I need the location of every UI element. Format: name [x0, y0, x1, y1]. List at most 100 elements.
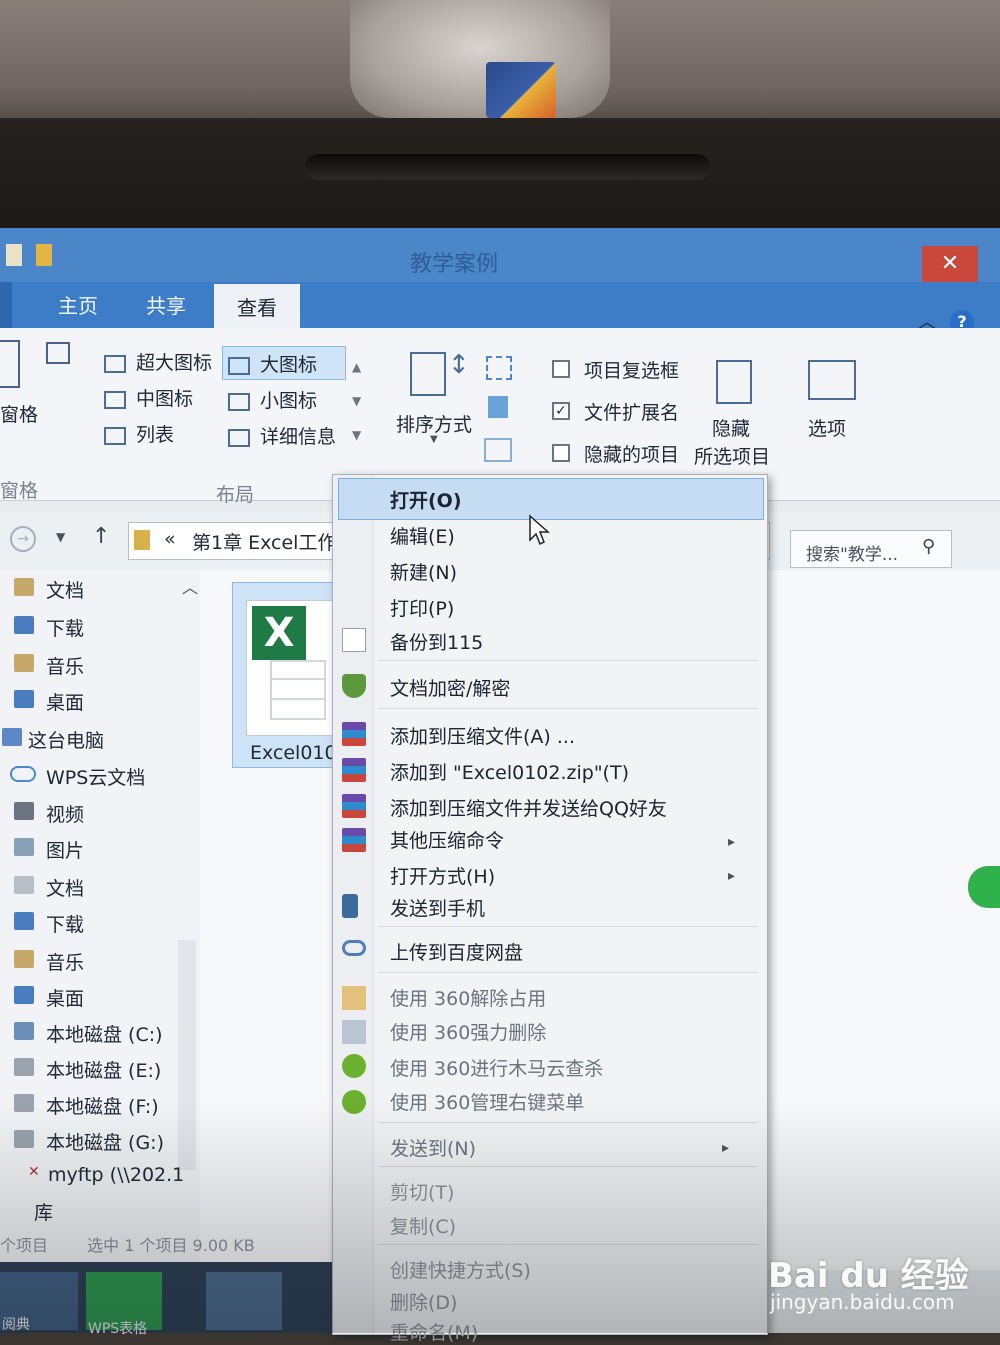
sort-by-icon[interactable]: [410, 352, 446, 396]
menu-item-copy[interactable]: 复制(C): [390, 1212, 456, 1239]
documents-icon: [14, 578, 34, 596]
nav-item-drive-e[interactable]: 本地磁盘 (E:): [46, 1056, 161, 1083]
close-button[interactable]: ✕: [922, 246, 978, 282]
file-tab[interactable]: [0, 282, 12, 328]
baidu-watermark-url: jingyan.baidu.com: [770, 1290, 955, 1314]
menu-item-open-with[interactable]: 打开方式(H): [390, 862, 495, 889]
menu-separator: [378, 660, 758, 661]
submenu-arrow-icon: ▸: [728, 834, 736, 850]
layout-medium-icons[interactable]: 中图标: [104, 384, 193, 411]
tab-view[interactable]: 查看: [214, 284, 300, 328]
menu-item-360-force-delete[interactable]: 使用 360强力删除: [390, 1018, 546, 1045]
menu-item-edit[interactable]: 编辑(E): [390, 522, 455, 549]
quick-access-folder-icon[interactable]: [36, 244, 52, 266]
tab-share[interactable]: 共享: [146, 290, 186, 319]
nav-item-music[interactable]: 音乐: [46, 652, 84, 679]
menu-item-send-phone[interactable]: 发送到手机: [390, 894, 485, 921]
menu-item-backup-115[interactable]: 备份到115: [390, 628, 483, 655]
add-columns-icon[interactable]: [488, 396, 508, 418]
options-icon[interactable]: [808, 360, 856, 400]
nav-item-libraries[interactable]: 库: [34, 1198, 53, 1225]
menu-item-more-compress[interactable]: 其他压缩命令: [390, 826, 504, 853]
menu-item-add-send-qq[interactable]: 添加到压缩文件并发送给QQ好友: [390, 794, 667, 821]
nav-item-documents[interactable]: 文档: [46, 576, 84, 603]
nav-item-music-2[interactable]: 音乐: [46, 948, 84, 975]
sort-by-label[interactable]: 排序方式: [396, 410, 472, 437]
menu-item-encrypt[interactable]: 文档加密/解密: [390, 674, 510, 701]
menu-item-360-unlock[interactable]: 使用 360解除占用: [390, 984, 546, 1011]
menu-item-rename[interactable]: 重命名(M): [390, 1318, 478, 1345]
nav-item-drive-f[interactable]: 本地磁盘 (F:): [46, 1092, 159, 1119]
preview-pane-icon[interactable]: [46, 342, 70, 364]
hide-selected-label-2[interactable]: 所选项目: [694, 442, 770, 469]
sort-dropdown-icon[interactable]: ▼: [430, 434, 438, 445]
menu-item-360-scan[interactable]: 使用 360进行木马云查杀: [390, 1054, 603, 1081]
small-icons-icon: [228, 392, 250, 411]
options-label[interactable]: 选项: [808, 414, 846, 441]
nav-item-desktop[interactable]: 桌面: [46, 688, 84, 715]
group-by-icon[interactable]: [486, 356, 512, 380]
menu-item-360-manage[interactable]: 使用 360管理右键菜单: [390, 1088, 584, 1115]
menu-item-cut[interactable]: 剪切(T): [390, 1178, 454, 1205]
menu-item-add-archive[interactable]: 添加到压缩文件(A) ...: [390, 722, 575, 749]
music-icon: [14, 654, 34, 672]
taskbar-explorer-button[interactable]: [206, 1272, 282, 1330]
up-icon[interactable]: ↑: [92, 524, 110, 549]
recent-dropdown-icon[interactable]: ▼: [56, 530, 65, 544]
this-pc-icon: [2, 728, 22, 746]
nav-item-this-pc[interactable]: 这台电脑: [28, 726, 104, 753]
menu-item-create-shortcut[interactable]: 创建快捷方式(S): [390, 1256, 531, 1283]
menu-item-print[interactable]: 打印(P): [390, 594, 454, 621]
nav-item-drive-c[interactable]: 本地磁盘 (C:): [46, 1020, 163, 1047]
menu-item-open[interactable]: 打开(O): [390, 486, 462, 513]
tab-home[interactable]: 主页: [58, 290, 98, 319]
menu-item-add-zip[interactable]: 添加到 "Excel0102.zip"(T): [390, 758, 629, 785]
details-icon: [228, 428, 250, 447]
nav-scroll-up-icon[interactable]: ︿: [182, 574, 198, 598]
layout-small-icons[interactable]: 小图标: [228, 386, 317, 413]
nav-item-myftp[interactable]: myftp (\\202.1: [48, 1164, 184, 1186]
item-checkboxes-checkbox[interactable]: [552, 360, 570, 378]
file-name[interactable]: Excel010: [250, 742, 337, 764]
nav-item-desktop-2[interactable]: 桌面: [46, 984, 84, 1011]
nav-item-wps-cloud[interactable]: WPS云文档: [46, 763, 145, 790]
layout-large-icons[interactable]: 大图标: [228, 350, 317, 377]
back-icon[interactable]: →: [10, 526, 36, 552]
nav-scrollbar[interactable]: [178, 940, 196, 1170]
navigation-pane-icon[interactable]: [0, 340, 20, 388]
layout-details[interactable]: 详细信息: [228, 422, 336, 449]
network-drive-icon: ✕: [28, 1164, 40, 1180]
nav-item-drive-g[interactable]: 本地磁盘 (G:): [46, 1128, 164, 1155]
item-checkboxes-label: 项目复选框: [584, 360, 680, 382]
shield-icon: [342, 674, 366, 698]
quick-access-page-icon[interactable]: [6, 244, 22, 266]
nav-item-videos[interactable]: 视频: [46, 800, 84, 827]
menu-separator: [378, 1244, 758, 1245]
side-widget[interactable]: [968, 866, 1000, 908]
layout-extra-large-icons[interactable]: 超大图标: [104, 348, 212, 375]
menu-item-baidu-upload[interactable]: 上传到百度网盘: [390, 938, 523, 965]
hidden-items-checkbox[interactable]: [552, 444, 570, 462]
hide-selected-icon[interactable]: [716, 360, 752, 404]
file-extensions-checkbox[interactable]: ✓: [552, 402, 570, 420]
scan-360-icon: [342, 1054, 366, 1078]
menu-separator: [378, 926, 758, 927]
nav-item-downloads[interactable]: 下载: [46, 614, 84, 641]
taskbar-reader-label: 阅典: [2, 1317, 30, 1333]
layout-scroll-arrows[interactable]: ▲ ▼ ▼: [352, 350, 361, 452]
title-bar: [0, 228, 1000, 282]
hide-selected-label-1[interactable]: 隐藏: [712, 414, 750, 441]
menu-item-send-to[interactable]: 发送到(N): [390, 1134, 476, 1161]
layout-list[interactable]: 列表: [104, 420, 174, 447]
nav-item-pictures[interactable]: 图片: [46, 836, 84, 863]
search-icon[interactable]: ⚲: [922, 536, 935, 557]
excel-grid-icon: [270, 660, 326, 720]
phone-icon: [342, 894, 358, 918]
nav-item-documents-2[interactable]: 文档: [46, 874, 84, 901]
desktop-icon: [14, 690, 34, 708]
address-path[interactable]: 第1章 Excel工作: [192, 528, 336, 555]
nav-item-downloads-2[interactable]: 下载: [46, 910, 84, 937]
menu-item-new[interactable]: 新建(N): [390, 558, 457, 585]
menu-item-delete[interactable]: 删除(D): [390, 1288, 457, 1315]
size-columns-icon[interactable]: [484, 438, 512, 462]
